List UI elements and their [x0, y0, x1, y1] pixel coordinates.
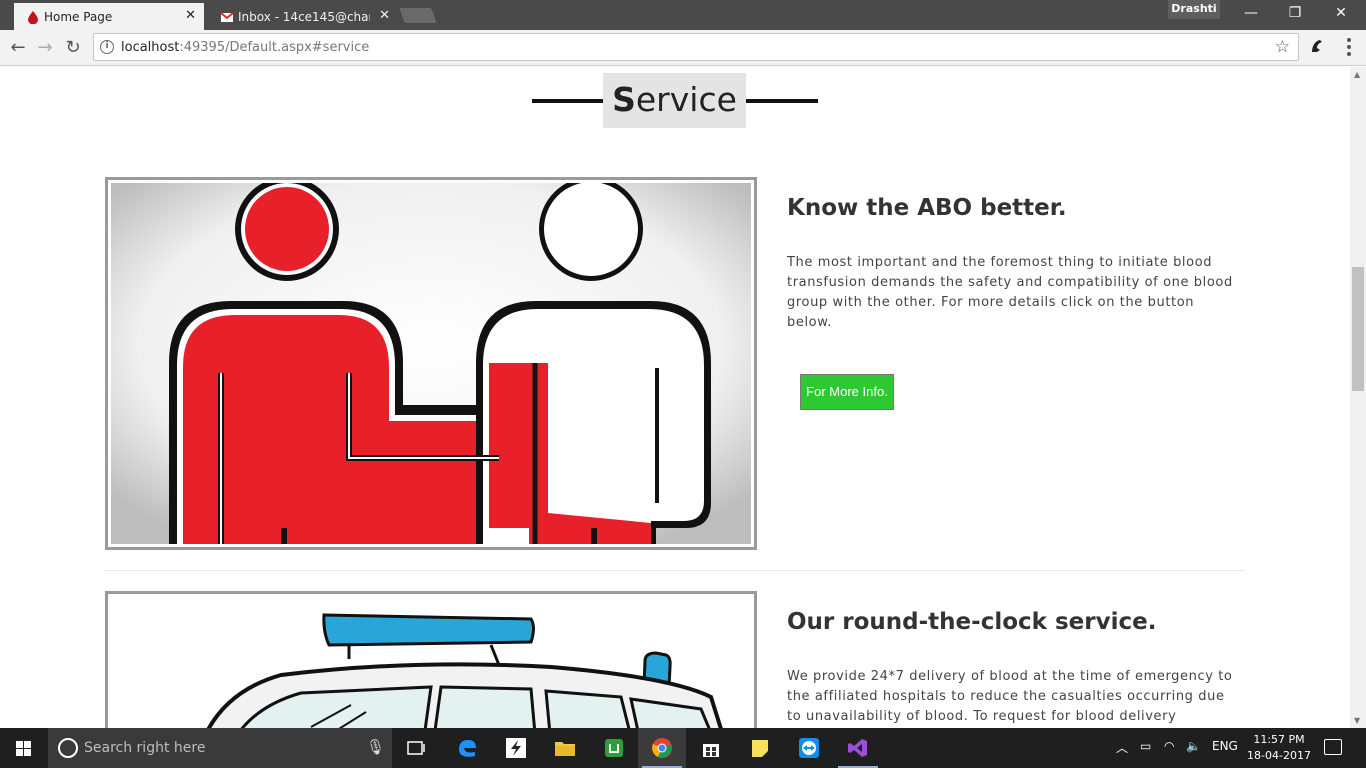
cortana-icon — [58, 738, 78, 758]
action-center-icon[interactable] — [1324, 739, 1342, 755]
folder-icon — [555, 742, 575, 756]
service-title-delivery: Our round-the-clock service. — [787, 609, 1157, 635]
taskbar-app-zap[interactable] — [492, 728, 540, 768]
chrome-menu-icon[interactable] — [1340, 36, 1358, 60]
minimize-button[interactable]: — — [1228, 0, 1274, 28]
browser-titlebar: Home Page ✕ Inbox - 14ce145@charus ✕ Dra… — [0, 0, 1366, 30]
tab-inbox[interactable]: Inbox - 14ce145@charus ✕ — [208, 3, 398, 30]
chrome-icon — [652, 738, 672, 758]
taskbar-clock[interactable]: 11:57 PM 18-04-2017 — [1247, 732, 1311, 764]
windows-logo-icon — [16, 741, 31, 756]
tab-home-page[interactable]: Home Page ✕ — [14, 3, 204, 30]
clock-date: 18-04-2017 — [1247, 749, 1311, 762]
taskbar-file-explorer[interactable] — [541, 728, 589, 768]
new-tab-button[interactable] — [399, 8, 437, 23]
scroll-up-icon[interactable]: ▲ — [1354, 70, 1360, 79]
url-text: localhost:49395/Default.aspx#service — [121, 40, 370, 55]
tab-label: Home Page — [44, 9, 113, 24]
heading-line-left — [532, 99, 604, 103]
show-hidden-icons[interactable]: ︿ — [1116, 739, 1128, 756]
taskbar-visual-studio[interactable] — [834, 728, 882, 768]
edge-icon — [459, 740, 476, 757]
task-view-button[interactable] — [392, 728, 440, 768]
sticky-note-icon — [752, 740, 768, 757]
language-indicator[interactable]: ENG — [1212, 739, 1238, 753]
taskbar-sticky-notes[interactable] — [736, 728, 784, 768]
gmail-icon — [220, 12, 234, 22]
wifi-icon[interactable]: ◠ — [1164, 739, 1174, 753]
scroll-down-icon[interactable]: ▼ — [1354, 716, 1360, 725]
windows-taskbar: Search right here 🎙 ︿ ▭ ◠ 🔈 ENG 11:57 PM… — [0, 728, 1366, 768]
bookmark-star-icon[interactable]: ☆ — [1275, 37, 1290, 57]
battery-icon[interactable]: ▭ — [1140, 739, 1151, 753]
start-button[interactable] — [0, 728, 48, 768]
clock-time: 11:57 PM — [1253, 733, 1305, 746]
profile-button[interactable]: Drashti — [1168, 0, 1220, 19]
reload-icon[interactable]: ↻ — [61, 36, 85, 60]
extension-icon[interactable] — [1306, 36, 1328, 58]
zap-app-icon — [506, 738, 526, 758]
ambulance-image — [105, 591, 757, 728]
taskbar-edge[interactable] — [443, 728, 491, 768]
taskbar-store[interactable] — [687, 728, 735, 768]
teamviewer-icon — [799, 738, 819, 758]
store-icon — [703, 744, 719, 757]
taskbar-green-app[interactable] — [590, 728, 638, 768]
taskbar-teamviewer[interactable] — [785, 728, 833, 768]
section-divider — [105, 570, 1245, 571]
more-info-button[interactable]: For More Info. — [800, 374, 894, 410]
taskbar-chrome[interactable] — [638, 728, 686, 768]
service-title-abo: Know the ABO better. — [787, 195, 1067, 221]
heading-line-right — [746, 99, 818, 103]
visual-studio-icon — [848, 739, 867, 757]
page-scrollbar[interactable]: ▲ ▼ — [1350, 67, 1366, 728]
close-tab-icon[interactable]: ✕ — [185, 8, 196, 23]
close-tab-icon[interactable]: ✕ — [379, 8, 390, 23]
task-view-icon — [407, 741, 425, 755]
ambulance-illustration — [111, 597, 751, 728]
volume-icon[interactable]: 🔈 — [1186, 739, 1201, 753]
close-window-button[interactable]: ✕ — [1318, 0, 1364, 28]
browser-toolbar: ← → ↻ i localhost:49395/Default.aspx#ser… — [0, 30, 1366, 66]
service-text-delivery: We provide 24*7 delivery of blood at the… — [787, 669, 1233, 724]
back-icon[interactable]: ← — [6, 36, 30, 60]
taskbar-search-box[interactable]: Search right here 🎙 — [48, 728, 392, 768]
blood-donation-illustration — [111, 180, 751, 544]
forward-icon[interactable]: → — [33, 36, 57, 60]
abo-compatibility-image — [105, 177, 757, 550]
service-text-abo: The most important and the foremost thin… — [787, 255, 1233, 330]
section-heading: Service — [532, 73, 818, 129]
green-app-icon — [605, 739, 623, 757]
scroll-thumb[interactable] — [1352, 267, 1364, 391]
address-bar[interactable]: i localhost:49395/Default.aspx#service ☆ — [93, 33, 1299, 61]
blood-drop-icon — [28, 11, 38, 24]
tab-label: Inbox - 14ce145@charus — [238, 9, 370, 24]
section-title: Service — [603, 73, 746, 128]
page-content: Service Know the ABO better. The most im… — [0, 67, 1350, 728]
restore-button[interactable]: ❐ — [1272, 0, 1318, 28]
search-placeholder: Search right here — [84, 740, 206, 756]
microphone-icon[interactable]: 🎙 — [366, 738, 385, 756]
info-icon[interactable]: i — [100, 40, 114, 54]
